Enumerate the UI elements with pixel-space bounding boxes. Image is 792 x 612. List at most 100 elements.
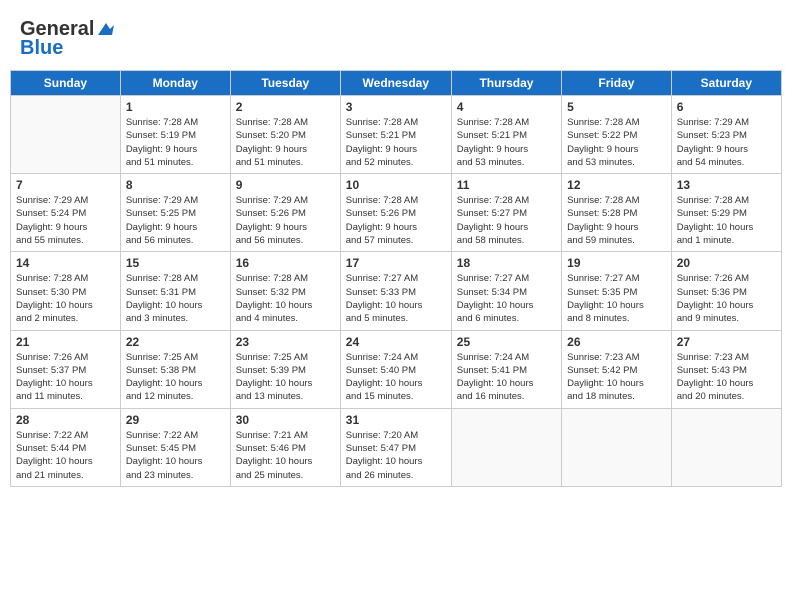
weekday-header-thursday: Thursday (451, 71, 561, 96)
calendar-cell: 26 Sunrise: 7:23 AM Sunset: 5:42 PM Dayli… (562, 330, 672, 408)
calendar-cell: 27 Sunrise: 7:23 AM Sunset: 5:43 PM Dayli… (671, 330, 781, 408)
day-number: 11 (457, 178, 556, 192)
day-number: 12 (567, 178, 666, 192)
day-number: 7 (16, 178, 115, 192)
weekday-header-monday: Monday (120, 71, 230, 96)
calendar-cell: 25 Sunrise: 7:24 AM Sunset: 5:41 PM Dayli… (451, 330, 561, 408)
day-number: 25 (457, 335, 556, 349)
day-number: 28 (16, 413, 115, 427)
day-info: Sunrise: 7:27 AM Sunset: 5:35 PM Dayligh… (567, 272, 666, 325)
weekday-header-sunday: Sunday (11, 71, 121, 96)
day-number: 24 (346, 335, 446, 349)
day-number: 23 (236, 335, 335, 349)
calendar-cell (451, 408, 561, 486)
calendar-cell: 1 Sunrise: 7:28 AM Sunset: 5:19 PM Daylig… (120, 96, 230, 174)
day-info: Sunrise: 7:28 AM Sunset: 5:27 PM Dayligh… (457, 194, 556, 247)
day-info: Sunrise: 7:20 AM Sunset: 5:47 PM Dayligh… (346, 429, 446, 482)
calendar-cell: 13 Sunrise: 7:28 AM Sunset: 5:29 PM Dayli… (671, 174, 781, 252)
day-number: 16 (236, 256, 335, 270)
day-number: 29 (126, 413, 225, 427)
calendar-cell: 29Sunrise: 7:22 AM Sunset: 5:45 PM Dayli… (120, 408, 230, 486)
day-number: 22 (126, 335, 225, 349)
calendar-cell: 4 Sunrise: 7:28 AM Sunset: 5:21 PM Daylig… (451, 96, 561, 174)
calendar-cell: 21Sunrise: 7:26 AM Sunset: 5:37 PM Dayli… (11, 330, 121, 408)
calendar-cell (671, 408, 781, 486)
day-number: 31 (346, 413, 446, 427)
day-info: Sunrise: 7:28 AM Sunset: 5:28 PM Dayligh… (567, 194, 666, 247)
day-number: 20 (677, 256, 776, 270)
day-number: 13 (677, 178, 776, 192)
day-info: Sunrise: 7:28 AM Sunset: 5:20 PM Dayligh… (236, 116, 335, 169)
day-number: 15 (126, 256, 225, 270)
day-info: Sunrise: 7:22 AM Sunset: 5:44 PM Dayligh… (16, 429, 115, 482)
day-info: Sunrise: 7:24 AM Sunset: 5:41 PM Dayligh… (457, 351, 556, 404)
calendar-cell: 19 Sunrise: 7:27 AM Sunset: 5:35 PM Dayli… (562, 252, 672, 330)
day-info: Sunrise: 7:28 AM Sunset: 5:30 PM Dayligh… (16, 272, 115, 325)
calendar-cell: 3 Sunrise: 7:28 AM Sunset: 5:21 PM Daylig… (340, 96, 451, 174)
day-info: Sunrise: 7:29 AM Sunset: 5:24 PM Dayligh… (16, 194, 115, 247)
day-info: Sunrise: 7:23 AM Sunset: 5:42 PM Dayligh… (567, 351, 666, 404)
calendar-cell: 30Sunrise: 7:21 AM Sunset: 5:46 PM Dayli… (230, 408, 340, 486)
day-number: 3 (346, 100, 446, 114)
day-info: Sunrise: 7:28 AM Sunset: 5:32 PM Dayligh… (236, 272, 335, 325)
day-info: Sunrise: 7:28 AM Sunset: 5:26 PM Dayligh… (346, 194, 446, 247)
calendar-cell: 7 Sunrise: 7:29 AM Sunset: 5:24 PM Daylig… (11, 174, 121, 252)
calendar-cell: 31 Sunrise: 7:20 AM Sunset: 5:47 PM Dayli… (340, 408, 451, 486)
calendar-cell: 9 Sunrise: 7:29 AM Sunset: 5:26 PM Daylig… (230, 174, 340, 252)
day-info: Sunrise: 7:26 AM Sunset: 5:37 PM Dayligh… (16, 351, 115, 404)
calendar-cell: 12 Sunrise: 7:28 AM Sunset: 5:28 PM Dayli… (562, 174, 672, 252)
day-info: Sunrise: 7:29 AM Sunset: 5:25 PM Dayligh… (126, 194, 225, 247)
day-info: Sunrise: 7:28 AM Sunset: 5:29 PM Dayligh… (677, 194, 776, 247)
day-info: Sunrise: 7:28 AM Sunset: 5:22 PM Dayligh… (567, 116, 666, 169)
calendar-cell (562, 408, 672, 486)
day-info: Sunrise: 7:25 AM Sunset: 5:39 PM Dayligh… (236, 351, 335, 404)
day-number: 9 (236, 178, 335, 192)
calendar-cell: 24 Sunrise: 7:24 AM Sunset: 5:40 PM Dayli… (340, 330, 451, 408)
day-number: 1 (126, 100, 225, 114)
logo-blue-text: Blue (20, 37, 63, 60)
day-number: 27 (677, 335, 776, 349)
calendar-table: SundayMondayTuesdayWednesdayThursdayFrid… (10, 70, 782, 487)
logo: General Blue (20, 18, 114, 60)
calendar-cell: 16 Sunrise: 7:28 AM Sunset: 5:32 PM Dayli… (230, 252, 340, 330)
day-info: Sunrise: 7:28 AM Sunset: 5:21 PM Dayligh… (346, 116, 446, 169)
calendar-cell: 22 Sunrise: 7:25 AM Sunset: 5:38 PM Dayli… (120, 330, 230, 408)
calendar-cell: 17Sunrise: 7:27 AM Sunset: 5:33 PM Dayli… (340, 252, 451, 330)
day-number: 2 (236, 100, 335, 114)
day-info: Sunrise: 7:28 AM Sunset: 5:19 PM Dayligh… (126, 116, 225, 169)
calendar-cell: 28 Sunrise: 7:22 AM Sunset: 5:44 PM Dayli… (11, 408, 121, 486)
calendar-cell: 20 Sunrise: 7:26 AM Sunset: 5:36 PM Dayli… (671, 252, 781, 330)
day-number: 6 (677, 100, 776, 114)
day-info: Sunrise: 7:26 AM Sunset: 5:36 PM Dayligh… (677, 272, 776, 325)
day-info: Sunrise: 7:27 AM Sunset: 5:34 PM Dayligh… (457, 272, 556, 325)
day-number: 10 (346, 178, 446, 192)
day-info: Sunrise: 7:25 AM Sunset: 5:38 PM Dayligh… (126, 351, 225, 404)
day-number: 17 (346, 256, 446, 270)
day-number: 19 (567, 256, 666, 270)
calendar-cell: 15 Sunrise: 7:28 AM Sunset: 5:31 PM Dayli… (120, 252, 230, 330)
weekday-header-wednesday: Wednesday (340, 71, 451, 96)
weekday-header-tuesday: Tuesday (230, 71, 340, 96)
day-number: 18 (457, 256, 556, 270)
day-number: 26 (567, 335, 666, 349)
day-info: Sunrise: 7:23 AM Sunset: 5:43 PM Dayligh… (677, 351, 776, 404)
page-header: General Blue (10, 10, 782, 64)
calendar-cell (11, 96, 121, 174)
day-number: 14 (16, 256, 115, 270)
calendar-cell: 14 Sunrise: 7:28 AM Sunset: 5:30 PM Dayli… (11, 252, 121, 330)
day-info: Sunrise: 7:24 AM Sunset: 5:40 PM Dayligh… (346, 351, 446, 404)
calendar-cell: 23 Sunrise: 7:25 AM Sunset: 5:39 PM Dayli… (230, 330, 340, 408)
weekday-header-saturday: Saturday (671, 71, 781, 96)
calendar-cell: 10 Sunrise: 7:28 AM Sunset: 5:26 PM Dayli… (340, 174, 451, 252)
day-number: 30 (236, 413, 335, 427)
day-info: Sunrise: 7:28 AM Sunset: 5:21 PM Dayligh… (457, 116, 556, 169)
day-info: Sunrise: 7:29 AM Sunset: 5:26 PM Dayligh… (236, 194, 335, 247)
calendar-cell: 6Sunrise: 7:29 AM Sunset: 5:23 PM Daylig… (671, 96, 781, 174)
calendar-cell: 18 Sunrise: 7:27 AM Sunset: 5:34 PM Dayli… (451, 252, 561, 330)
day-number: 8 (126, 178, 225, 192)
day-info: Sunrise: 7:28 AM Sunset: 5:31 PM Dayligh… (126, 272, 225, 325)
calendar-cell: 8 Sunrise: 7:29 AM Sunset: 5:25 PM Daylig… (120, 174, 230, 252)
day-number: 4 (457, 100, 556, 114)
calendar-cell: 5Sunrise: 7:28 AM Sunset: 5:22 PM Daylig… (562, 96, 672, 174)
calendar-cell: 11 Sunrise: 7:28 AM Sunset: 5:27 PM Dayli… (451, 174, 561, 252)
